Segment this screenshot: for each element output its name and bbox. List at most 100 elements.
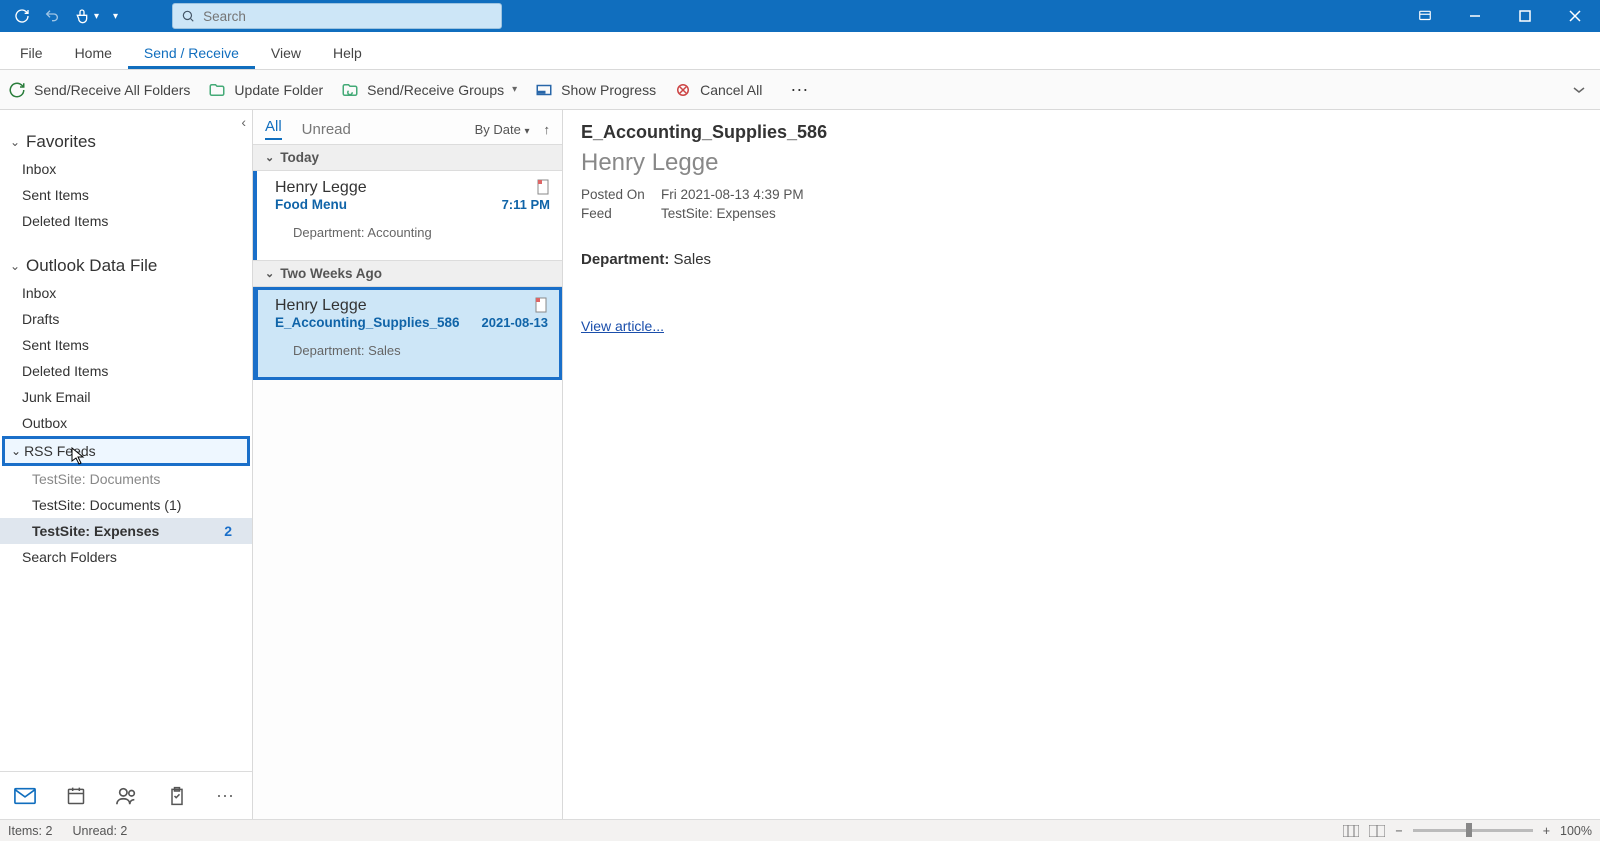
ribbon-display-icon[interactable] xyxy=(1400,0,1450,32)
tab-send-receive[interactable]: Send / Receive xyxy=(128,37,255,69)
search-icon xyxy=(181,9,195,23)
sort-button[interactable]: By Date ▾ xyxy=(475,122,530,137)
body-field-label: Department: xyxy=(581,251,669,268)
collapse-ribbon-icon[interactable] xyxy=(1572,85,1592,95)
favorites-header[interactable]: ⌄ Favorites xyxy=(0,128,252,156)
send-receive-groups-button[interactable]: Send/Receive Groups ▾ xyxy=(341,81,517,99)
touch-mode-icon[interactable]: ▾ xyxy=(74,8,99,24)
rss-feeds-header[interactable]: ⌄ RSS Feeds xyxy=(2,436,250,466)
message-from: Henry Legge xyxy=(275,179,550,197)
maximize-button[interactable] xyxy=(1500,0,1550,32)
cancel-all-label: Cancel All xyxy=(700,82,762,98)
view-normal-icon[interactable] xyxy=(1343,825,1359,837)
body-field-value: Sales xyxy=(674,251,712,268)
zoom-out-button[interactable]: − xyxy=(1395,824,1402,838)
chevron-down-icon: ⌄ xyxy=(10,259,22,273)
send-receive-all-button[interactable]: Send/Receive All Folders xyxy=(8,81,190,99)
update-folder-button[interactable]: Update Folder xyxy=(208,81,323,99)
more-nav-icon[interactable]: ··· xyxy=(216,785,234,806)
zoom-in-button[interactable]: + xyxy=(1543,824,1550,838)
sync-arrows-icon xyxy=(8,81,26,99)
update-folder-label: Update Folder xyxy=(234,82,323,98)
attachment-icon xyxy=(534,297,548,313)
folder-refresh-icon xyxy=(208,81,226,99)
sync-icon[interactable] xyxy=(14,8,30,24)
undo-icon[interactable] xyxy=(44,8,60,24)
nav-sent-2[interactable]: Sent Items xyxy=(0,332,252,358)
calendar-icon[interactable] xyxy=(66,786,86,806)
nav-search-folders[interactable]: Search Folders xyxy=(0,544,252,570)
nav-inbox[interactable]: Inbox xyxy=(0,156,252,182)
tab-home[interactable]: Home xyxy=(59,37,128,69)
chevron-down-icon: ⌄ xyxy=(265,151,274,164)
chevron-down-icon: ⌄ xyxy=(265,267,274,280)
group-two-weeks[interactable]: ⌄ Two Weeks Ago xyxy=(253,260,562,287)
folder-sync-icon xyxy=(341,81,359,99)
people-icon[interactable] xyxy=(116,786,138,806)
close-button[interactable] xyxy=(1550,0,1600,32)
folder-pane: ‹ ⌄ Favorites Inbox Sent Items Deleted I… xyxy=(0,110,253,819)
chevron-down-icon: ⌄ xyxy=(10,135,22,149)
rss-item-documents[interactable]: TestSite: Documents xyxy=(0,466,252,492)
filter-all[interactable]: All xyxy=(265,118,282,140)
status-items: Items: 2 xyxy=(8,824,52,838)
nav-deleted-2[interactable]: Deleted Items xyxy=(0,358,252,384)
chevron-down-icon: ▾ xyxy=(524,126,529,137)
zoom-slider[interactable] xyxy=(1413,829,1533,832)
chevron-down-icon: ⌄ xyxy=(11,444,21,458)
sort-direction-icon[interactable]: ↑ xyxy=(544,122,551,137)
search-input[interactable] xyxy=(203,5,493,27)
send-receive-groups-label: Send/Receive Groups xyxy=(367,82,504,98)
tab-view[interactable]: View xyxy=(255,37,317,69)
nav-sent[interactable]: Sent Items xyxy=(0,182,252,208)
filter-unread[interactable]: Unread xyxy=(302,121,351,138)
feed-value: TestSite: Expenses xyxy=(661,206,1582,221)
list-header: All Unread By Date ▾ ↑ xyxy=(253,110,562,144)
message-item-selected[interactable]: Henry Legge E_Accounting_Supplies_586 20… xyxy=(253,287,562,380)
nav-junk[interactable]: Junk Email xyxy=(0,384,252,410)
menu-bar: File Home Send / Receive View Help xyxy=(0,32,1600,70)
item-sender: Henry Legge xyxy=(581,149,1582,177)
show-progress-button[interactable]: Show Progress xyxy=(535,81,656,99)
tasks-icon[interactable] xyxy=(168,786,186,806)
view-reading-icon[interactable] xyxy=(1369,825,1385,837)
chevron-down-icon: ▾ xyxy=(512,84,517,95)
nav-deleted[interactable]: Deleted Items xyxy=(0,208,252,234)
mail-icon[interactable] xyxy=(14,787,36,805)
show-progress-label: Show Progress xyxy=(561,82,656,98)
main-body: ‹ ⌄ Favorites Inbox Sent Items Deleted I… xyxy=(0,110,1600,819)
quick-access-toolbar: ▾ ▾ xyxy=(0,8,132,24)
message-preview: Department: Sales xyxy=(275,331,548,370)
message-subject: Food Menu xyxy=(275,197,347,212)
cancel-all-button[interactable]: Cancel All xyxy=(674,81,762,99)
title-bar: ▾ ▾ xyxy=(0,0,1600,32)
more-commands-button[interactable]: ··· xyxy=(780,79,818,100)
item-title: E_Accounting_Supplies_586 xyxy=(581,122,1582,143)
customize-qat-icon[interactable]: ▾ xyxy=(113,11,118,22)
datafile-header[interactable]: ⌄ Outlook Data File xyxy=(0,252,252,280)
nav-switcher: ··· xyxy=(0,771,252,819)
message-item[interactable]: Henry Legge Food Menu 7:11 PM Department… xyxy=(253,171,562,260)
posted-on-label: Posted On xyxy=(581,187,661,202)
message-subject: E_Accounting_Supplies_586 xyxy=(275,315,460,330)
tab-help[interactable]: Help xyxy=(317,37,378,69)
nav-inbox-2[interactable]: Inbox xyxy=(0,280,252,306)
feed-label: Feed xyxy=(581,206,661,221)
tab-file[interactable]: File xyxy=(4,37,59,69)
collapse-nav-icon[interactable]: ‹ xyxy=(241,114,246,130)
item-metadata: Posted On Fri 2021-08-13 4:39 PM Feed Te… xyxy=(581,187,1582,221)
nav-outbox[interactable]: Outbox xyxy=(0,410,252,436)
nav-drafts[interactable]: Drafts xyxy=(0,306,252,332)
group-today[interactable]: ⌄ Today xyxy=(253,144,562,171)
posted-on-value: Fri 2021-08-13 4:39 PM xyxy=(661,187,1582,202)
view-article-link[interactable]: View article... xyxy=(581,318,664,334)
send-receive-all-label: Send/Receive All Folders xyxy=(34,82,190,98)
rss-item-documents-1[interactable]: TestSite: Documents (1) xyxy=(0,492,252,518)
unread-count: 2 xyxy=(224,523,242,539)
search-box[interactable] xyxy=(172,3,502,29)
reading-pane: E_Accounting_Supplies_586 Henry Legge Po… xyxy=(563,110,1600,819)
rss-item-expenses[interactable]: TestSite: Expenses 2 xyxy=(0,518,252,544)
minimize-button[interactable] xyxy=(1450,0,1500,32)
message-from: Henry Legge xyxy=(275,297,548,315)
message-list: All Unread By Date ▾ ↑ ⌄ Today Henry Leg… xyxy=(253,110,563,819)
